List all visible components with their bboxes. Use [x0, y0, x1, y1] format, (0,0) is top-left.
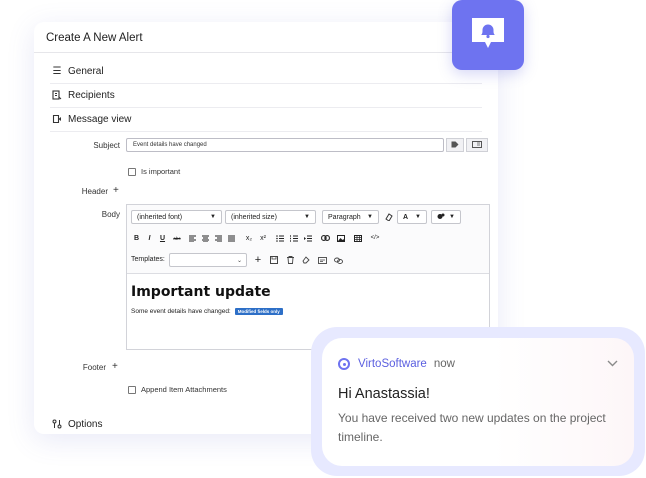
- size-select[interactable]: (inherited size) ▼: [225, 210, 316, 224]
- header-label: Header: [81, 187, 108, 196]
- block-format-value: Paragraph: [328, 213, 361, 221]
- subject-label: Subject: [93, 141, 120, 150]
- font-select-value: (inherited font): [137, 213, 183, 221]
- eraser-icon[interactable]: [383, 211, 395, 223]
- field-picker-button[interactable]: [466, 138, 488, 152]
- bell-icon: [469, 15, 507, 56]
- highlight-color-select[interactable]: ▼: [431, 210, 461, 224]
- align-center-icon[interactable]: [200, 232, 210, 244]
- underline-button[interactable]: U: [158, 232, 167, 244]
- append-attachments-checkbox[interactable]: Append Item Attachments: [128, 385, 227, 394]
- options-icon: [50, 419, 64, 429]
- recipients-icon: [50, 90, 64, 100]
- highlight-icon: [437, 213, 445, 222]
- editor-toolbar: (inherited font) ▼ (inherited size) ▼ Pa…: [127, 205, 489, 274]
- section-recipients-label: Recipients: [68, 89, 115, 101]
- subscript-button[interactable]: x₂: [244, 232, 254, 244]
- delete-template-icon[interactable]: [284, 254, 296, 266]
- field-picker-icon: [472, 140, 482, 150]
- image-icon[interactable]: [336, 232, 346, 244]
- notification-title: Hi Anastassia!: [338, 386, 430, 402]
- size-select-value: (inherited size): [231, 213, 277, 221]
- add-footer-icon[interactable]: +: [112, 362, 118, 372]
- italic-button[interactable]: I: [145, 232, 154, 244]
- body-label: Body: [101, 210, 120, 219]
- font-color-label: A: [403, 213, 409, 221]
- chevron-down-icon[interactable]: [607, 356, 618, 370]
- notification-bell-tile: [452, 0, 524, 70]
- align-right-icon[interactable]: [213, 232, 223, 244]
- numbered-list-icon[interactable]: [289, 232, 299, 244]
- font-color-select[interactable]: A ▼: [397, 210, 427, 224]
- justify-icon[interactable]: [226, 232, 236, 244]
- insert-field-icon[interactable]: [332, 254, 344, 266]
- block-format-select[interactable]: Paragraph ▼: [322, 210, 379, 224]
- superscript-label: x²: [260, 234, 266, 242]
- body-line-text: Some event details have changed:: [131, 308, 231, 315]
- bold-button[interactable]: B: [132, 232, 141, 244]
- is-important-checkbox[interactable]: Is important: [128, 167, 180, 176]
- section-recipients[interactable]: Recipients: [50, 83, 482, 108]
- chevron-down-icon: ▼: [210, 214, 216, 220]
- append-attachments-label: Append Item Attachments: [141, 385, 227, 394]
- section-general[interactable]: ☰ General: [50, 59, 482, 84]
- indent-icon[interactable]: [303, 232, 313, 244]
- templates-label: Templates:: [131, 256, 165, 263]
- table-icon[interactable]: [353, 232, 363, 244]
- bulleted-list-icon[interactable]: [275, 232, 285, 244]
- section-message-view[interactable]: Message view: [50, 107, 482, 132]
- notification-card[interactable]: VirtoSoftware now Hi Anastassia! You hav…: [322, 338, 634, 466]
- app-icon: [338, 358, 350, 370]
- templates-select[interactable]: ⌄: [169, 253, 247, 267]
- chevron-down-icon: ⌄: [236, 258, 242, 264]
- notification-app: VirtoSoftware: [358, 358, 427, 370]
- bold-label: B: [133, 234, 140, 242]
- notification-body: You have received two new updates on the…: [338, 411, 606, 444]
- footer-label: Footer: [82, 363, 106, 372]
- list-icon: ☰: [52, 65, 62, 77]
- tag-icon: [451, 141, 459, 150]
- code-icon[interactable]: </>: [370, 232, 380, 244]
- is-important-box[interactable]: [128, 167, 136, 176]
- link-icon[interactable]: [320, 232, 331, 244]
- subscript-label: x₂: [245, 234, 253, 242]
- strikethrough-label: abc: [173, 235, 181, 241]
- subject-input[interactable]: Event details have changed: [126, 138, 444, 152]
- notification-time: now: [433, 358, 455, 370]
- add-template-icon[interactable]: +: [252, 254, 264, 266]
- preview-icon[interactable]: [316, 254, 328, 266]
- chevron-down-icon: ▼: [367, 214, 373, 220]
- save-template-icon[interactable]: [268, 254, 280, 266]
- append-attachments-box[interactable]: [128, 385, 136, 394]
- title-divider: [34, 52, 498, 53]
- is-important-label: Is important: [141, 167, 181, 176]
- chevron-down-icon: ▼: [415, 214, 421, 220]
- modified-fields-badge: Modified fields only: [234, 308, 283, 315]
- section-options-label: Options: [68, 418, 103, 430]
- subject-value: Event details have changed: [133, 142, 207, 148]
- clear-format-icon[interactable]: [300, 254, 312, 266]
- body-heading: Important update: [131, 284, 271, 300]
- window-title: Create A New Alert: [46, 32, 143, 44]
- section-general-label: General: [68, 65, 104, 77]
- notification-header: VirtoSoftware now: [338, 358, 455, 370]
- superscript-button[interactable]: x²: [258, 232, 268, 244]
- chevron-down-icon: ▼: [304, 214, 310, 220]
- chevron-down-icon: ▼: [449, 214, 455, 220]
- align-left-icon[interactable]: [187, 232, 197, 244]
- body-line: Some event details have changed: Modifie…: [131, 308, 283, 315]
- section-message-view-label: Message view: [68, 113, 132, 125]
- add-header-icon[interactable]: +: [113, 186, 119, 196]
- font-select[interactable]: (inherited font) ▼: [131, 210, 222, 224]
- strikethrough-button[interactable]: abc: [171, 232, 183, 244]
- underline-label: U: [159, 234, 166, 242]
- message-view-icon: [50, 114, 64, 124]
- tag-button[interactable]: [446, 138, 464, 152]
- italic-label: I: [148, 234, 151, 242]
